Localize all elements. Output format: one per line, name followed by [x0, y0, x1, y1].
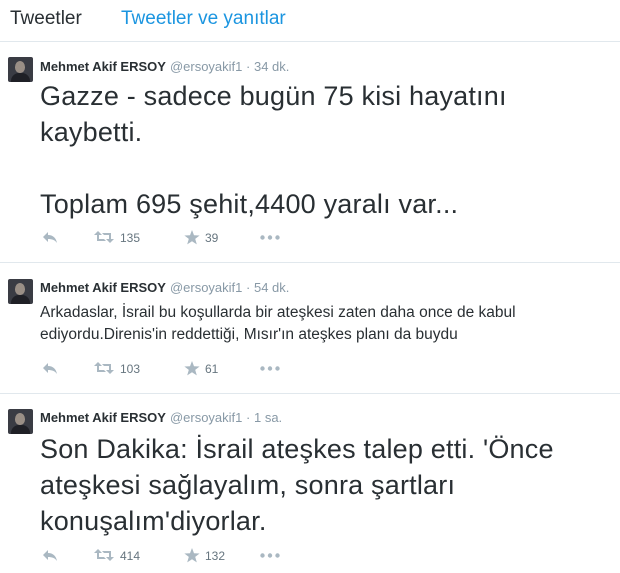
separator: · [246, 280, 251, 295]
line-break [40, 150, 507, 186]
tweet-text-line: Toplam 695 şehit,4400 yaralı var... [40, 189, 459, 219]
timestamp[interactable]: 34 dk. [254, 59, 289, 74]
star-icon[interactable] [184, 361, 200, 376]
tweet-text-line: Gazze - sadece bugün 75 kisi hayatını [40, 81, 507, 111]
tab-tweets-and-replies[interactable]: Tweetler ve yanıtlar [121, 8, 286, 30]
tweet-text-line: konuşalım'diyorlar. [40, 506, 267, 536]
more-icon[interactable] [260, 235, 280, 240]
favorite-count: 39 [205, 231, 219, 245]
avatar[interactable] [8, 57, 33, 82]
avatar[interactable] [8, 409, 33, 434]
star-icon[interactable] [184, 548, 200, 563]
retweet-icon[interactable] [94, 548, 114, 562]
tweet[interactable]: Mehmet Akif ERSOY @ersoyakif1 · 54 dk. Ar… [0, 264, 620, 394]
tweet-text-line: Son Dakika: İsrail ateşkes talep etti. '… [40, 434, 554, 464]
author-name[interactable]: Mehmet Akif ERSOY [40, 280, 166, 295]
author-name[interactable]: Mehmet Akif ERSOY [40, 59, 166, 74]
tweet[interactable]: Mehmet Akif ERSOY @ersoyakif1 · 1 sa. Son… [0, 395, 620, 573]
timestamp[interactable]: 1 sa. [254, 410, 282, 425]
profile-tabs: Tweetler Tweetler ve yanıtlar [0, 0, 620, 42]
more-icon[interactable] [260, 366, 280, 371]
author-handle[interactable]: @ersoyakif1 [170, 280, 242, 295]
tweet-text: Gazze - sadece bugün 75 kisi hayatını ka… [40, 78, 507, 222]
favorite-count: 61 [205, 362, 219, 376]
tweet-header: Mehmet Akif ERSOY @ersoyakif1 · 54 dk. [40, 280, 289, 296]
reply-icon[interactable] [42, 230, 58, 244]
star-icon[interactable] [184, 230, 200, 245]
author-handle[interactable]: @ersoyakif1 [170, 410, 242, 425]
tweet-text: Arkadaslar, İsrail bu koşullarda bir ate… [40, 302, 516, 346]
retweet-count: 414 [120, 549, 141, 563]
timestamp[interactable]: 54 dk. [254, 280, 289, 295]
favorite-count: 132 [205, 549, 226, 563]
tweet-text-line: kaybetti. [40, 117, 143, 147]
tweet-text-line: ediyordu.Direnis'in reddettiği, Mısır'ın… [40, 326, 458, 343]
author-handle[interactable]: @ersoyakif1 [170, 59, 242, 74]
tweet-header: Mehmet Akif ERSOY @ersoyakif1 · 34 dk. [40, 59, 289, 75]
tweet-text-line: ateşkesi sağlayalım, sonra şartları [40, 470, 456, 500]
reply-icon[interactable] [42, 361, 58, 375]
author-name[interactable]: Mehmet Akif ERSOY [40, 410, 166, 425]
tab-tweets[interactable]: Tweetler [10, 8, 82, 30]
more-icon[interactable] [260, 553, 280, 558]
tweet-text-line: Arkadaslar, İsrail bu koşullarda bir ate… [40, 304, 516, 321]
tweet-header: Mehmet Akif ERSOY @ersoyakif1 · 1 sa. [40, 410, 282, 426]
avatar[interactable] [8, 279, 33, 304]
separator: · [246, 410, 251, 425]
retweet-count: 103 [120, 362, 141, 376]
tweet[interactable]: Mehmet Akif ERSOY @ersoyakif1 · 34 dk. Ga… [0, 43, 620, 263]
tweet-text: Son Dakika: İsrail ateşkes talep etti. '… [40, 431, 554, 539]
reply-icon[interactable] [42, 548, 58, 562]
retweet-count: 135 [120, 231, 141, 245]
retweet-icon[interactable] [94, 361, 114, 375]
separator: · [246, 59, 251, 74]
retweet-icon[interactable] [94, 230, 114, 244]
